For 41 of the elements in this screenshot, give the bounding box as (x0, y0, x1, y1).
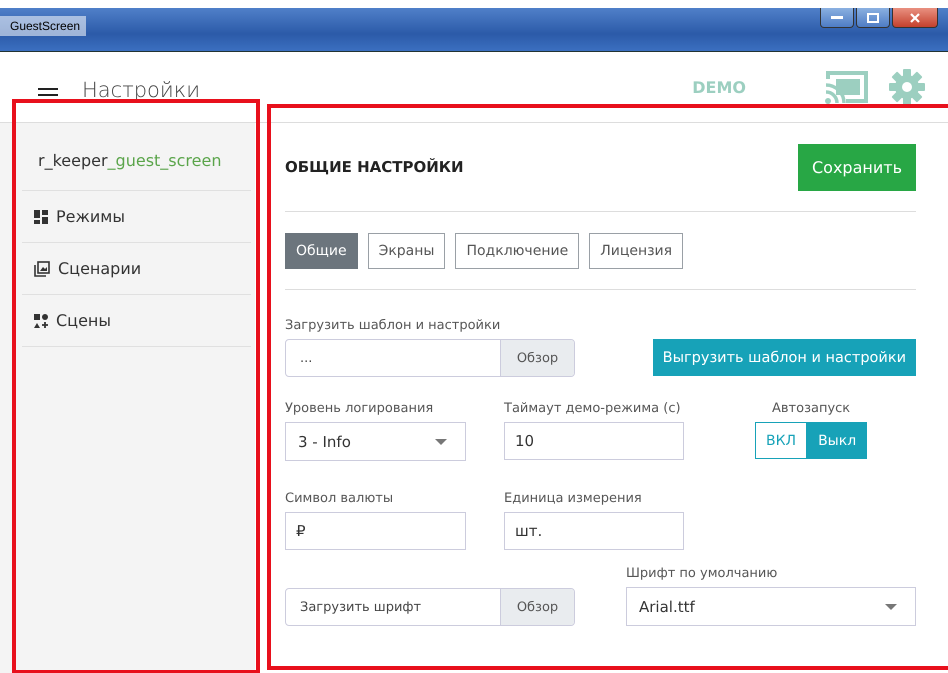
minimize-button[interactable] (820, 8, 854, 28)
minimize-icon (831, 16, 843, 20)
close-icon (910, 12, 920, 22)
dropdown[interactable]: 3 - Info (285, 422, 466, 461)
dashboard-icon (34, 210, 48, 224)
dropdown[interactable]: Arial.ttf (626, 587, 916, 626)
field-label: Уровень логирования (285, 401, 434, 416)
browse-button[interactable]: Обзор (500, 589, 574, 625)
sidebar-item[interactable]: Режимы (22, 191, 251, 243)
shapes-icon (34, 314, 48, 328)
window-title: GuestScreen (0, 16, 86, 36)
field-label: Символ валюты (285, 491, 394, 506)
settings-icon[interactable] (888, 68, 926, 106)
field-label: Загрузить шаблон и настройки (285, 318, 502, 333)
file-field[interactable]: ... Обзор (285, 339, 575, 377)
tab[interactable]: Лицензия (589, 233, 684, 269)
cast-icon[interactable] (824, 69, 868, 105)
caret-icon (435, 438, 447, 444)
sidebar-item[interactable]: Сценарии (22, 243, 251, 295)
brand-name: r_keeper_guest_screen (22, 137, 251, 191)
input-field[interactable]: 10 (504, 422, 684, 460)
demo-label: DEMO (692, 78, 746, 96)
page-title: Настройки (82, 78, 200, 102)
input-field[interactable]: шт. (504, 512, 684, 550)
close-button[interactable] (892, 8, 938, 28)
tab[interactable]: Экраны (368, 233, 446, 269)
image-gallery-icon (34, 260, 50, 276)
file-field[interactable]: Загрузить шрифт Обзор (285, 588, 575, 626)
field-label: Шрифт по умолчанию (626, 566, 778, 581)
field-label: Автозапуск (770, 401, 852, 416)
maximize-button[interactable] (856, 8, 890, 28)
caret-icon (885, 604, 897, 610)
sidebar-item[interactable]: Сцены (22, 295, 251, 347)
field-label: Таймаут демо-режима (с) (504, 401, 682, 416)
browse-button[interactable]: Обзор (500, 340, 574, 376)
section-title: ОБЩИЕ НАСТРОЙКИ (285, 158, 464, 176)
tab[interactable]: Общие (285, 233, 358, 269)
maximize-icon (867, 12, 879, 22)
tab[interactable]: Подключение (455, 233, 580, 269)
field-label: Единица измерения (504, 491, 643, 506)
input-field[interactable]: ₽ (285, 512, 466, 550)
